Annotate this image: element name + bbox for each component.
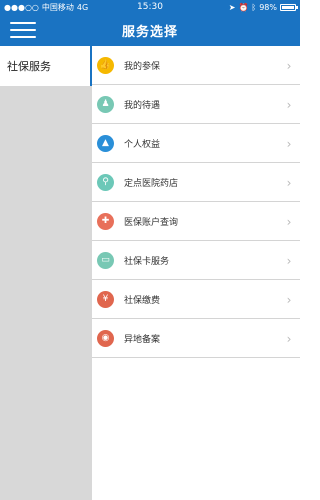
graduation-cap-icon: ▲ — [97, 135, 114, 152]
person-icon: ♟ — [97, 96, 114, 113]
status-time: 15:30 — [137, 2, 163, 12]
list-item[interactable]: 👍 我的参保 › — [92, 46, 300, 85]
sidebar-item-social-security[interactable]: 社保服务 — [0, 46, 92, 86]
status-left: ●●●○○ 中国移动 4G — [4, 2, 114, 13]
list-item-label: 社保缴费 — [124, 296, 161, 306]
list-item-label: 我的待遇 — [124, 101, 161, 111]
chevron-right-icon: › — [286, 97, 292, 112]
medical-kit-icon: ✚ — [97, 213, 114, 230]
list-item-label: 医保账户查询 — [124, 218, 179, 228]
sidebar: 社保服务 — [0, 46, 92, 500]
list-item-label: 社保卡服务 — [124, 257, 170, 267]
list-item-label: 我的参保 — [124, 62, 161, 72]
hamburger-line — [10, 29, 36, 31]
sidebar-item-label: 社保服务 — [7, 60, 51, 73]
hamburger-line — [10, 22, 36, 24]
status-bar: ●●●○○ 中国移动 4G 15:30 ➤ ⏰ ᛒ 98% — [0, 0, 300, 14]
list-item[interactable]: ✚ 医保账户查询 › — [92, 202, 300, 241]
alarm-icon: ⏰ — [238, 2, 249, 12]
card-icon: ▭ — [97, 252, 114, 269]
globe-icon: ◉ — [97, 330, 114, 347]
carrier-name: 中国移动 — [41, 2, 74, 12]
list-item[interactable]: ◉ 异地备案 › — [92, 319, 300, 358]
page-title: 服务选择 — [121, 24, 178, 40]
chevron-right-icon: › — [286, 136, 292, 151]
battery-icon — [280, 3, 298, 11]
payment-icon: ¥ — [97, 291, 114, 308]
network-type: 4G — [76, 2, 89, 12]
bluetooth-icon: ᛒ — [251, 2, 257, 12]
list-item[interactable]: ▭ 社保卡服务 › — [92, 241, 300, 280]
battery-percent: 98% — [259, 2, 277, 12]
list-item[interactable]: ♟ 我的待遇 › — [92, 85, 300, 124]
list-item[interactable]: ¥ 社保缴费 › — [92, 280, 300, 319]
list-item[interactable]: ▲ 个人权益 › — [92, 124, 300, 163]
chevron-right-icon: › — [286, 214, 292, 229]
service-list: 👍 我的参保 › ♟ 我的待遇 › ▲ 个人权益 › ⚲ 定点医院药店 › ✚ … — [92, 46, 300, 500]
list-item-label: 定点医院药店 — [124, 179, 179, 189]
list-item-label: 异地备案 — [124, 335, 161, 345]
status-right: ➤ ⏰ ᛒ 98% — [186, 2, 298, 12]
chevron-right-icon: › — [286, 331, 292, 346]
chevron-right-icon: › — [286, 253, 292, 268]
hamburger-line — [10, 36, 36, 38]
battery-fill — [282, 5, 294, 9]
hamburger-menu-button[interactable] — [8, 20, 38, 40]
chevron-right-icon: › — [286, 175, 292, 190]
signal-strength-icon: ●●●○○ — [4, 2, 39, 12]
thumbs-up-icon: 👍 — [97, 57, 114, 74]
list-item[interactable]: ⚲ 定点医院药店 › — [92, 163, 300, 202]
chevron-right-icon: › — [286, 58, 292, 73]
nav-bar: 服务选择 — [0, 14, 300, 46]
list-item-label: 个人权益 — [124, 140, 161, 150]
location-pin-icon: ⚲ — [97, 174, 114, 191]
chevron-right-icon: › — [286, 292, 292, 307]
location-icon: ➤ — [228, 2, 236, 12]
